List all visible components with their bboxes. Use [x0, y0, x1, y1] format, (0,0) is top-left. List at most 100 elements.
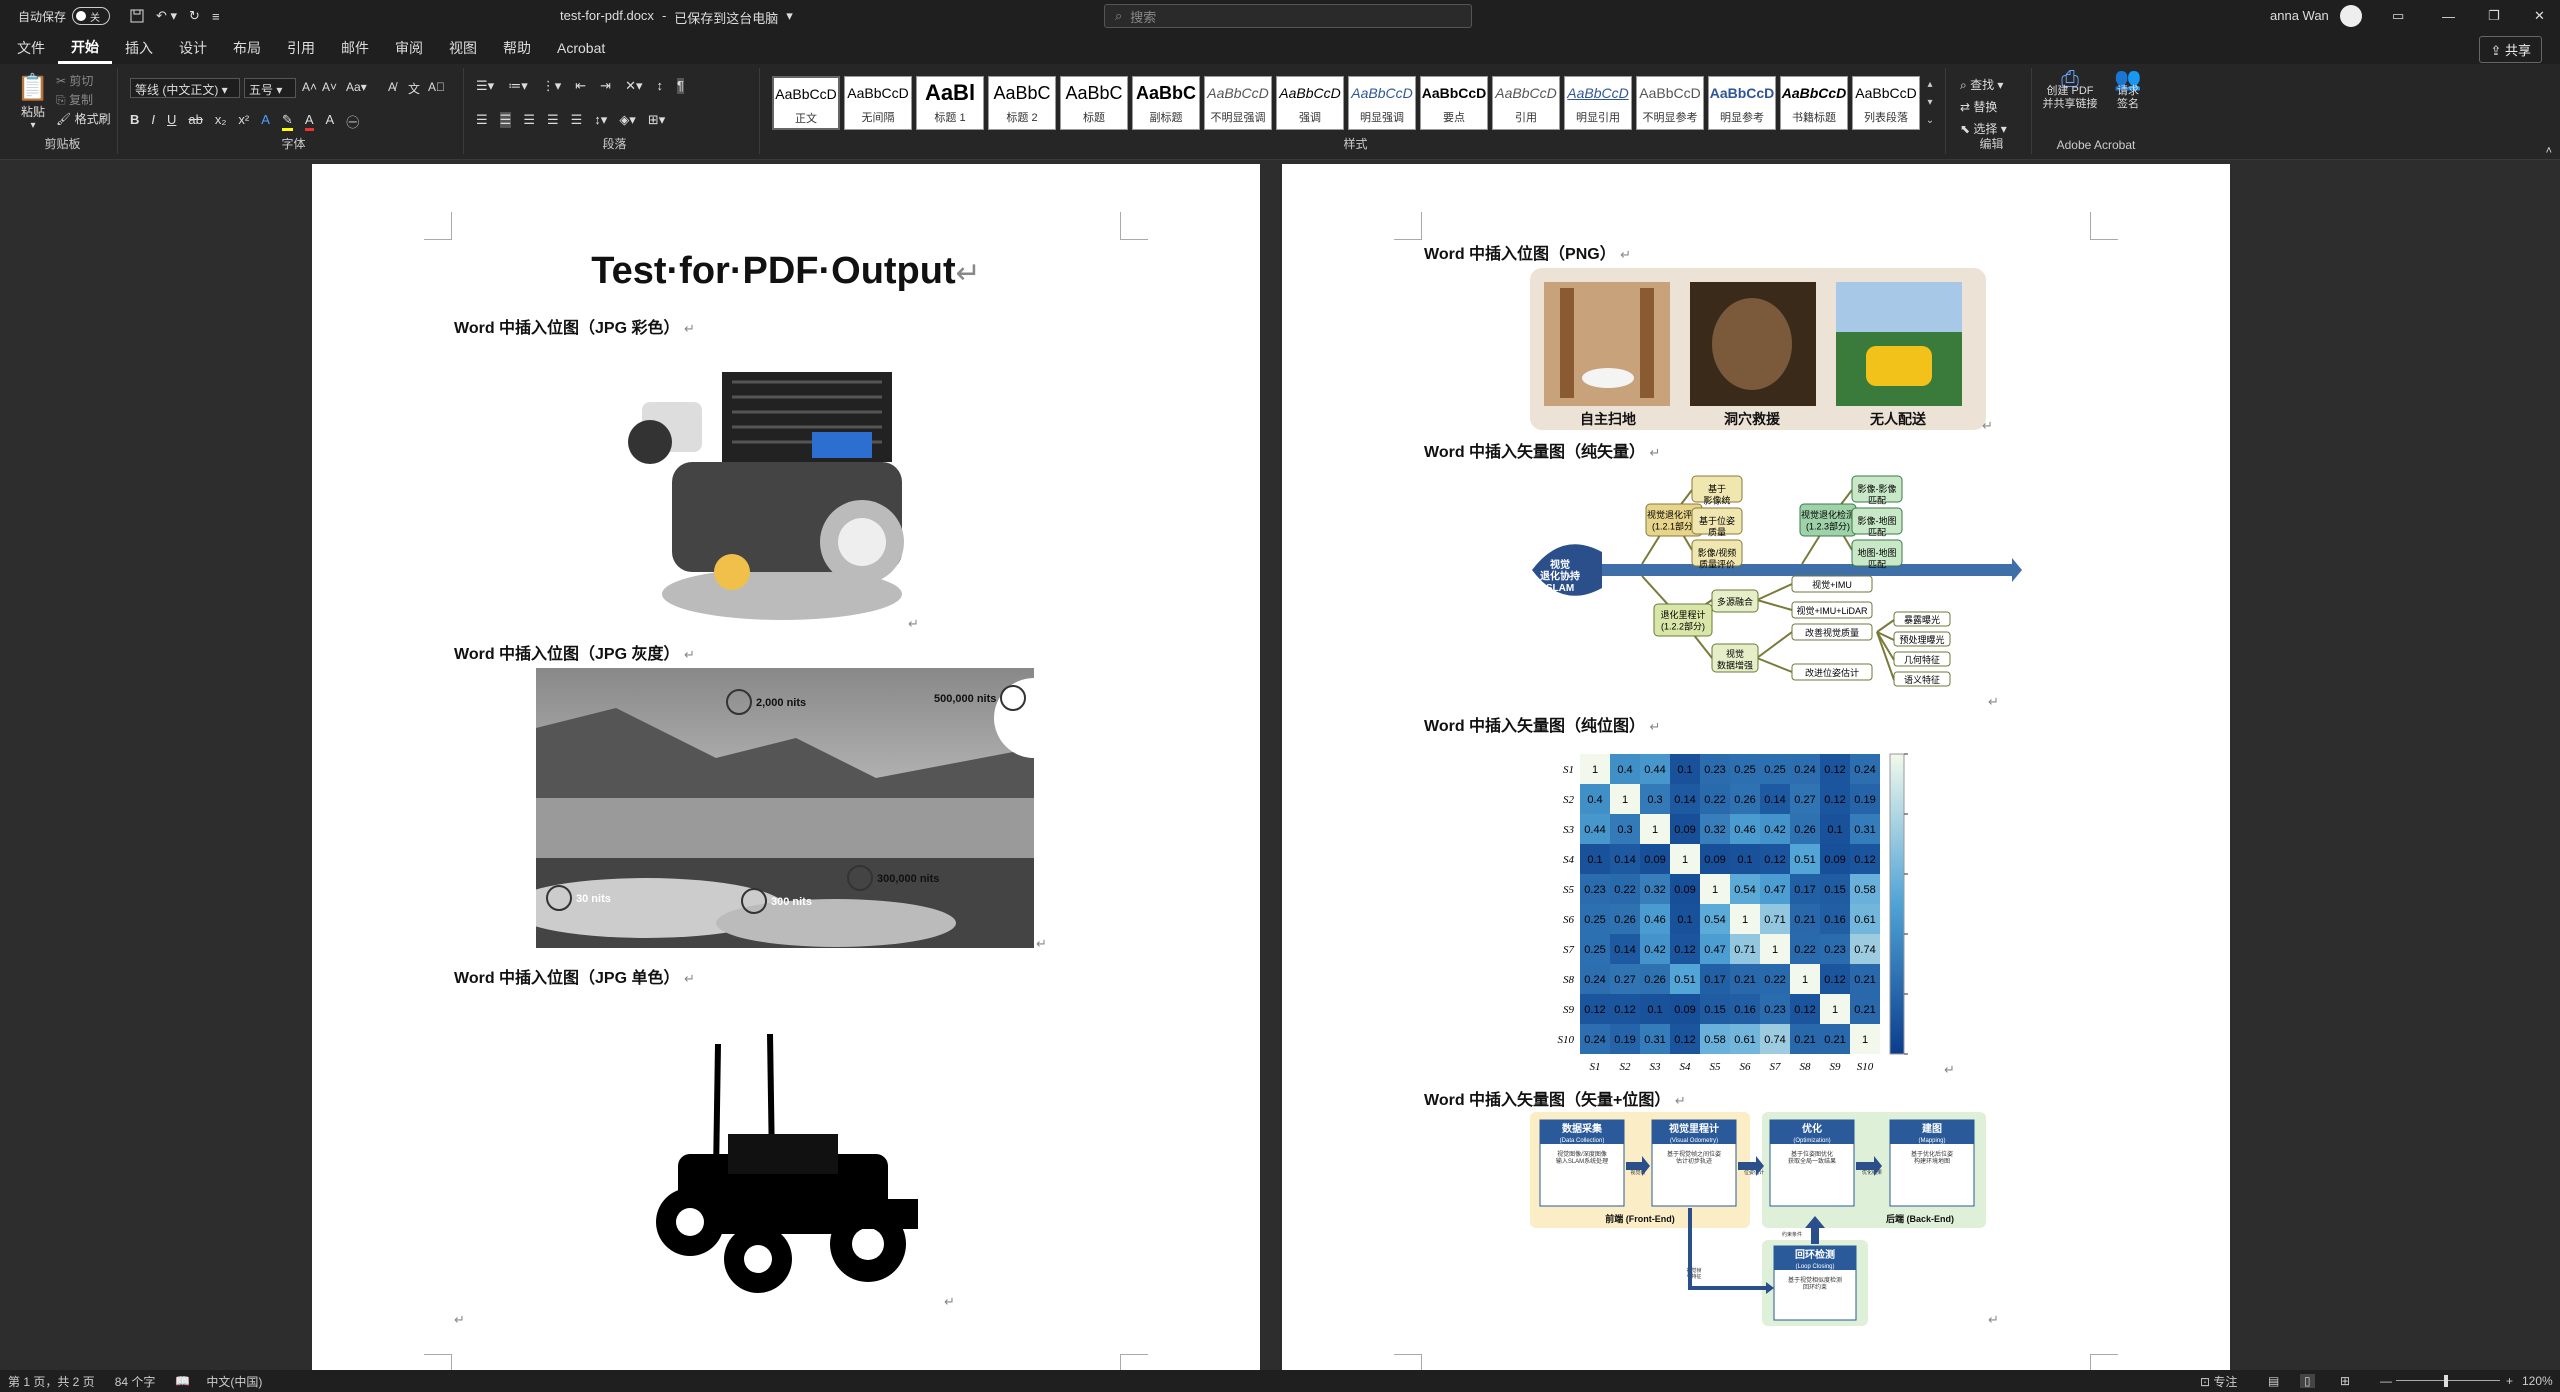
- style-item-6[interactable]: AaBbCcD 不明显强调: [1204, 76, 1272, 130]
- more-styles-icon[interactable]: ⌄: [1922, 112, 1938, 130]
- style-item-12[interactable]: AaBbCcD 不明显参考: [1636, 76, 1704, 130]
- char-border-icon[interactable]: A⃞: [428, 80, 445, 94]
- shading-icon[interactable]: ◈▾: [619, 112, 636, 128]
- word-count[interactable]: 84 个字: [115, 1373, 156, 1390]
- zoom-out-icon[interactable]: —: [2380, 1374, 2392, 1388]
- font-name-select[interactable]: 等线 (中文正文) ▾: [130, 78, 240, 98]
- lake-grayscale-image[interactable]: 2,000 nits 500,000 nits 30 nits 300 nits…: [536, 668, 1034, 948]
- read-mode-icon[interactable]: ▤: [2268, 1374, 2279, 1388]
- tab-view[interactable]: 视图: [436, 32, 490, 64]
- increase-indent-icon[interactable]: ⇥: [600, 78, 611, 94]
- tab-mailings[interactable]: 邮件: [328, 32, 382, 64]
- shrink-font-icon[interactable]: A˅: [322, 80, 337, 94]
- style-item-11[interactable]: AaBbCcD 明显引用: [1564, 76, 1632, 130]
- restore-icon[interactable]: ❐: [2482, 4, 2506, 28]
- tab-home[interactable]: 开始: [58, 32, 112, 64]
- tab-review[interactable]: 审阅: [382, 32, 436, 64]
- zoom-in-icon[interactable]: +: [2506, 1374, 2513, 1388]
- clear-format-icon[interactable]: A̸: [388, 80, 396, 94]
- tab-insert[interactable]: 插入: [112, 32, 166, 64]
- align-right-icon[interactable]: ☰: [523, 112, 535, 128]
- line-spacing-icon[interactable]: ↕▾: [594, 112, 607, 128]
- highlight-icon[interactable]: ✎: [281, 112, 293, 131]
- redo-icon[interactable]: ↻: [183, 4, 206, 28]
- tab-references[interactable]: 引用: [274, 32, 328, 64]
- grow-font-icon[interactable]: A˄: [302, 80, 317, 94]
- autosave-toggle[interactable]: 关: [72, 7, 111, 25]
- paste-button[interactable]: 📋 粘贴 ▾: [14, 72, 52, 131]
- robot-car-color-image[interactable]: [602, 342, 962, 632]
- style-item-2[interactable]: AaBl 标题 1: [916, 76, 984, 130]
- slam-pipeline-diagram[interactable]: 数据采集 (Data Collection) 视觉图像/深度图像输入SLAM系统…: [1530, 1112, 1990, 1326]
- find-button[interactable]: ⌕ 查找 ▾: [1960, 74, 2007, 96]
- tab-help[interactable]: 帮助: [490, 32, 544, 64]
- style-item-4[interactable]: AaBbC 标题: [1060, 76, 1128, 130]
- numbering-icon[interactable]: ≔▾: [508, 78, 528, 94]
- zoom-slider-thumb[interactable]: [2444, 1375, 2448, 1387]
- robot-car-mono-image[interactable]: [638, 1034, 938, 1294]
- replace-button[interactable]: ⇄ 替换: [1960, 96, 2007, 118]
- chevron-up-icon[interactable]: ▴: [1922, 76, 1938, 94]
- show-marks-icon[interactable]: ¶: [676, 78, 684, 94]
- sort-icon[interactable]: ↕: [656, 78, 663, 94]
- align-center-icon[interactable]: ☰: [499, 112, 512, 128]
- bold-icon[interactable]: B: [130, 112, 139, 131]
- change-case-button[interactable]: Aa ▾: [346, 80, 367, 94]
- bullets-icon[interactable]: ☰▾: [476, 78, 494, 94]
- language[interactable]: 中文(中国): [206, 1373, 262, 1390]
- style-item-3[interactable]: AaBbC 标题 2: [988, 76, 1056, 130]
- cut-button[interactable]: ✂ 剪切: [56, 72, 111, 91]
- enclose-char-icon[interactable]: ㊀: [346, 112, 359, 131]
- style-item-8[interactable]: AaBbCcD 明显强调: [1348, 76, 1416, 130]
- font-size-select[interactable]: 五号 ▾: [244, 78, 296, 98]
- style-item-5[interactable]: AaBbC 副标题: [1132, 76, 1200, 130]
- char-shading-icon[interactable]: A: [326, 112, 335, 131]
- tab-file[interactable]: 文件: [4, 32, 58, 64]
- document-title[interactable]: test-for-pdf.docx - 已保存到这台电脑 ▾: [560, 8, 793, 27]
- style-item-14[interactable]: AaBbCcD 书籍标题: [1780, 76, 1848, 130]
- user-name[interactable]: anna Wan: [2270, 8, 2329, 23]
- web-layout-icon[interactable]: ⊞: [2340, 1374, 2350, 1388]
- collapse-ribbon-icon[interactable]: ˄: [2546, 145, 2552, 157]
- style-item-7[interactable]: AaBbCcD 强调: [1276, 76, 1344, 130]
- print-layout-icon[interactable]: ▯: [2300, 1374, 2315, 1388]
- zoom-level[interactable]: 120%: [2522, 1374, 2553, 1388]
- ribbon-display-icon[interactable]: ▭: [2386, 4, 2410, 28]
- phonetic-icon[interactable]: 文: [408, 80, 420, 97]
- share-button[interactable]: ⇪ 共享: [2479, 36, 2542, 63]
- style-item-15[interactable]: AaBbCcD 列表段落: [1852, 76, 1920, 130]
- proofing-icon[interactable]: 📖: [175, 1374, 190, 1388]
- subscript-icon[interactable]: x₂: [215, 112, 227, 131]
- png-image-strip[interactable]: 自主扫地 洞穴救援 无人配送: [1530, 268, 1986, 430]
- page-1[interactable]: Test·for·PDF·Output↵ Word 中插入位图（JPG 彩色） …: [312, 164, 1260, 1382]
- style-item-9[interactable]: AaBbCcD 要点: [1420, 76, 1488, 130]
- decrease-indent-icon[interactable]: ⇤: [575, 78, 586, 94]
- minimize-icon[interactable]: —: [2436, 4, 2461, 28]
- style-item-13[interactable]: AaBbCcD 明显参考: [1708, 76, 1776, 130]
- style-item-10[interactable]: AaBbCcD 引用: [1492, 76, 1560, 130]
- distributed-icon[interactable]: ☰: [571, 112, 583, 128]
- style-item-0[interactable]: AaBbCcD 正文: [772, 76, 840, 130]
- tab-acrobat[interactable]: Acrobat: [544, 32, 618, 64]
- style-item-1[interactable]: AaBbCcD 无间隔: [844, 76, 912, 130]
- tab-layout[interactable]: 布局: [220, 32, 274, 64]
- align-left-icon[interactable]: ☰: [476, 112, 488, 128]
- tab-design[interactable]: 设计: [166, 32, 220, 64]
- zoom-slider[interactable]: [2396, 1380, 2500, 1381]
- page-count[interactable]: 第 1 页，共 2 页: [8, 1373, 95, 1390]
- request-sign-button[interactable]: 👥 请求 签名: [2106, 68, 2150, 111]
- justify-icon[interactable]: ☰: [547, 112, 559, 128]
- create-pdf-button[interactable]: ⎙ 创建 PDF 并共享链接: [2038, 68, 2102, 111]
- copy-button[interactable]: ⎘ 复制: [56, 91, 111, 110]
- customize-toolbar-icon[interactable]: ≡: [206, 4, 226, 28]
- avatar[interactable]: [2340, 5, 2362, 27]
- italic-icon[interactable]: I: [151, 112, 155, 131]
- search-box[interactable]: ⌕ 搜索: [1104, 4, 1472, 28]
- chinese-layout-icon[interactable]: ✕▾: [625, 78, 642, 94]
- save-icon[interactable]: [124, 4, 150, 28]
- font-color-icon[interactable]: A: [304, 112, 314, 131]
- focus-mode-button[interactable]: ⊡ 专注: [2200, 1373, 2237, 1390]
- close-icon[interactable]: ✕: [2528, 4, 2551, 28]
- text-effects-icon[interactable]: A: [261, 112, 270, 131]
- format-painter-button[interactable]: 🖌 格式刷: [56, 110, 111, 129]
